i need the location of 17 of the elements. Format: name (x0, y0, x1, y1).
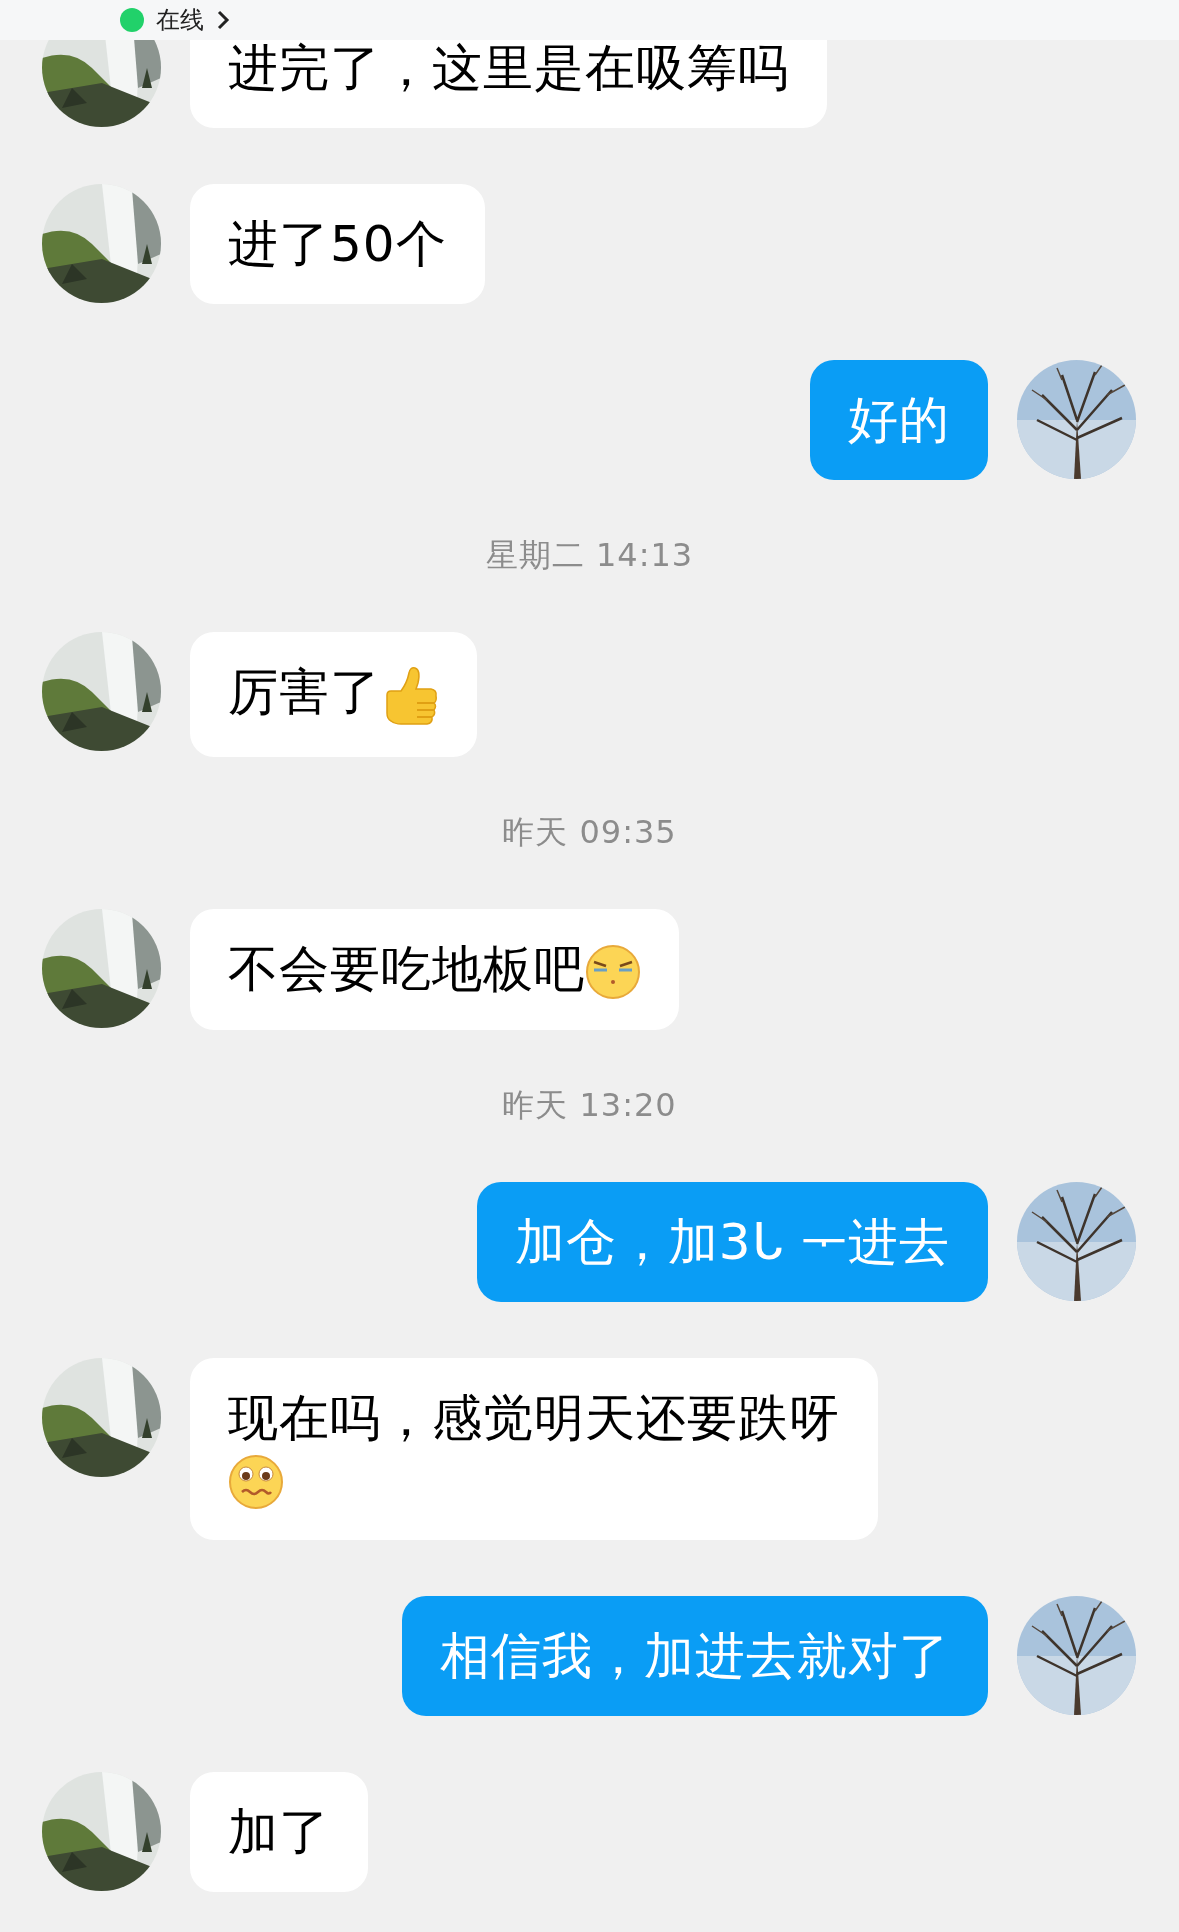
online-status: 在线 (156, 6, 204, 34)
message-text: 好的 (848, 391, 950, 449)
message-text: 进了50个 (228, 215, 447, 273)
timestamp: 昨天 13:20 (502, 1085, 677, 1126)
message-text: 加仓，加3ᒐ ᅮ进去 (514, 1213, 950, 1271)
online-status-dot (120, 8, 144, 32)
timestamp: 昨天 09:35 (502, 811, 677, 853)
message-text: 厉害了 (228, 663, 381, 721)
message-text: 进完了，这里是在吸筹吗 (228, 40, 789, 97)
message-text: 相信我，加进去就对了 (440, 1626, 950, 1685)
worried-face-icon (228, 1453, 284, 1510)
message-text: 不会要吃地板吧 (228, 939, 585, 998)
squinting-face-icon (585, 944, 641, 1000)
message-text: 加了 (228, 1802, 330, 1861)
chevron-right-icon[interactable] (216, 9, 230, 31)
message-text: 现在吗，感觉明天还要跌呀 (228, 1388, 840, 1448)
timestamp: 星期二 14:13 (485, 535, 694, 576)
